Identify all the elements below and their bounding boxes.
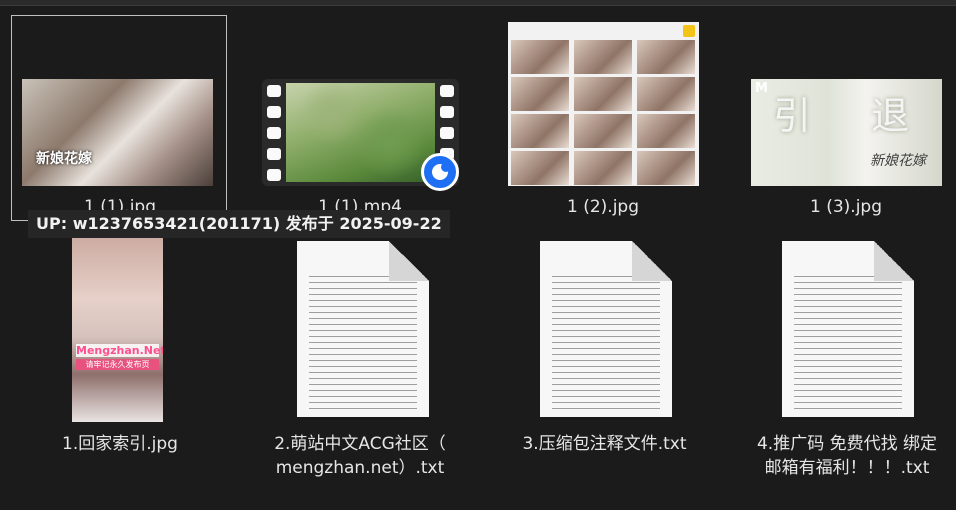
text-file-icon[interactable] [782,241,914,417]
file-name-line2[interactable]: mengzhan.net）.txt [255,456,465,480]
file-name[interactable]: 1.回家索引.jpg [20,432,220,456]
video-frame-image [286,83,435,182]
thumbnail-subtext: 请牢记永久发布页 [76,359,159,370]
hover-tooltip: UP: w1237653421(201171) 发布于 2025-09-22 [28,210,450,238]
file-name[interactable]: 1 (2).jpg [503,195,703,219]
thumbnail-char: 引 [773,94,812,138]
image-thumbnail[interactable]: M 引 退 新娘花嫁 [751,79,942,186]
file-name-line1[interactable]: 2.萌站中文ACG社区（ [255,432,465,456]
thumbnail-caption: 新娘花嫁 [870,153,926,169]
app-badge-icon [421,153,459,191]
film-strip-left [262,79,286,186]
file-name-line1[interactable]: 4.推广码 免费代找 绑定 [742,432,952,456]
image-thumbnail[interactable]: Mengzhan.Net 请牢记永久发布页 [72,232,163,422]
file-name[interactable]: 1 (3).jpg [746,195,946,219]
logo-icon [683,25,695,37]
text-file-icon[interactable] [297,241,429,417]
text-file-icon[interactable] [540,241,672,417]
image-thumbnail[interactable] [508,22,699,186]
thumbnail-char: 退 [871,94,910,138]
thumbnail-caption: 新娘花嫁 [36,151,92,167]
thumbnail-brand: Mengzhan.Net [76,344,163,357]
file-name[interactable]: 3.压缩包注释文件.txt [497,432,712,456]
window-top-border [0,0,956,6]
thumbnail-logo: M [755,81,768,96]
file-name-line2[interactable]: 邮箱有福利！！！.txt [742,456,952,480]
image-thumbnail[interactable]: 新娘花嫁 [22,79,213,186]
